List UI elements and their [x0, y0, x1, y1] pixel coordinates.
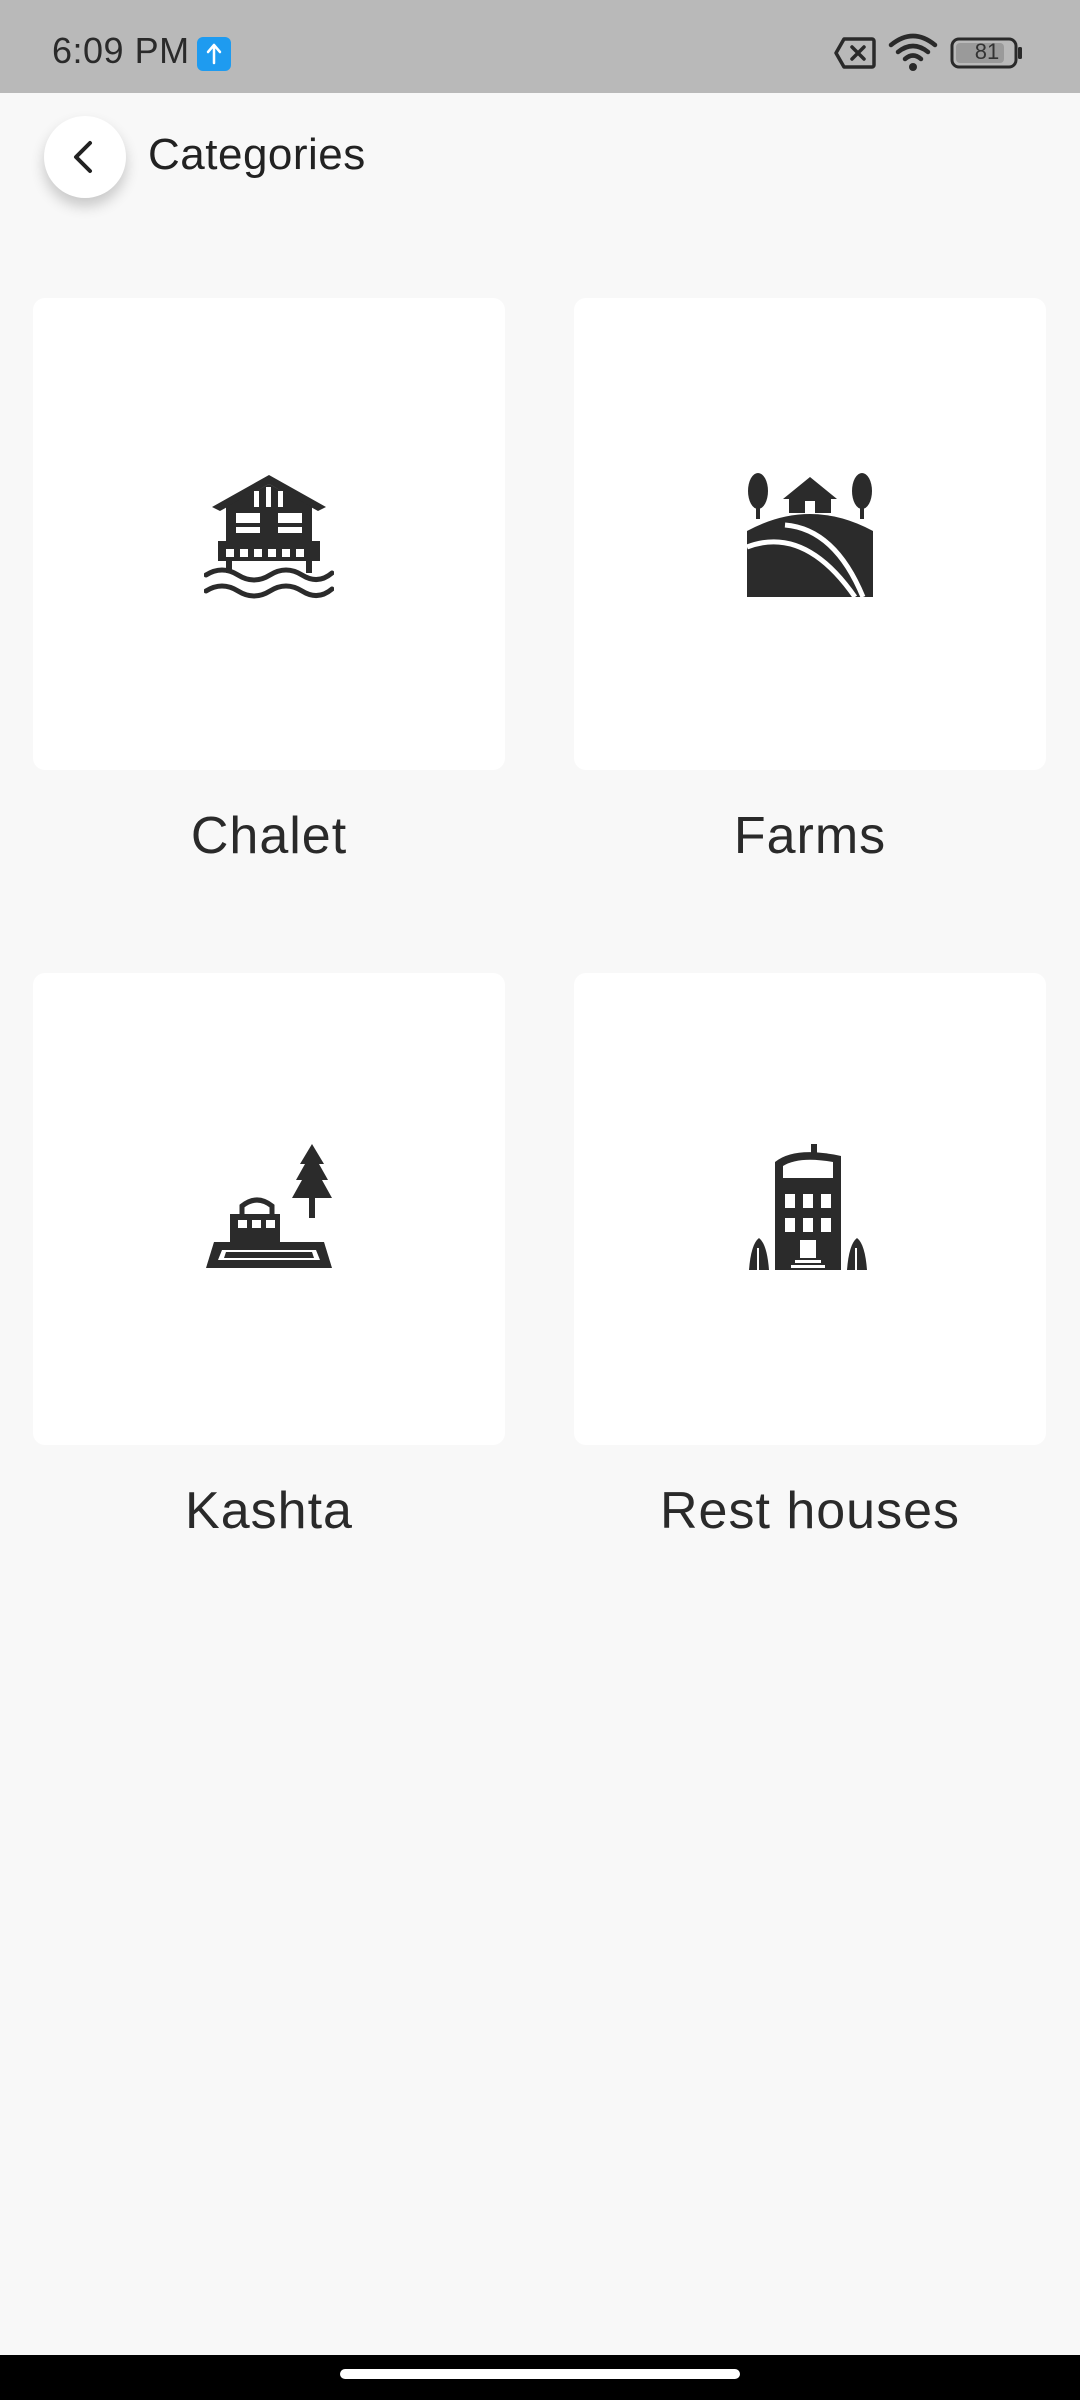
farm-icon — [746, 473, 873, 599]
wifi-icon — [888, 33, 938, 78]
chalet-icon — [204, 475, 334, 599]
category-card-kashta[interactable] — [33, 973, 505, 1445]
navigation-bar — [0, 2355, 1080, 2400]
status-time: 6:09 PM — [52, 30, 190, 71]
kashta-icon — [206, 1144, 332, 1268]
category-card-farms[interactable] — [574, 298, 1046, 770]
chevron-left-icon — [74, 141, 92, 173]
page-title: Categories — [148, 130, 366, 179]
battery-level: 81 — [974, 39, 1000, 64]
status-bar: 6:09 PM 81 — [0, 0, 1080, 93]
upload-icon — [197, 37, 231, 71]
home-indicator[interactable] — [340, 2369, 740, 2379]
category-label-farms: Farms — [733, 807, 887, 865]
category-label-rest-houses: Rest houses — [659, 1482, 961, 1540]
sim-off-icon — [834, 37, 876, 74]
categories-screen: 6:09 PM 81 Categories Chalet Farms Kasht… — [0, 0, 1080, 2400]
rest-house-icon — [749, 1144, 867, 1270]
category-label-kashta: Kashta — [185, 1482, 353, 1540]
category-card-chalet[interactable] — [33, 298, 505, 770]
back-button[interactable] — [44, 116, 126, 198]
category-label-chalet: Chalet — [190, 807, 348, 865]
category-card-rest-houses[interactable] — [574, 973, 1046, 1445]
